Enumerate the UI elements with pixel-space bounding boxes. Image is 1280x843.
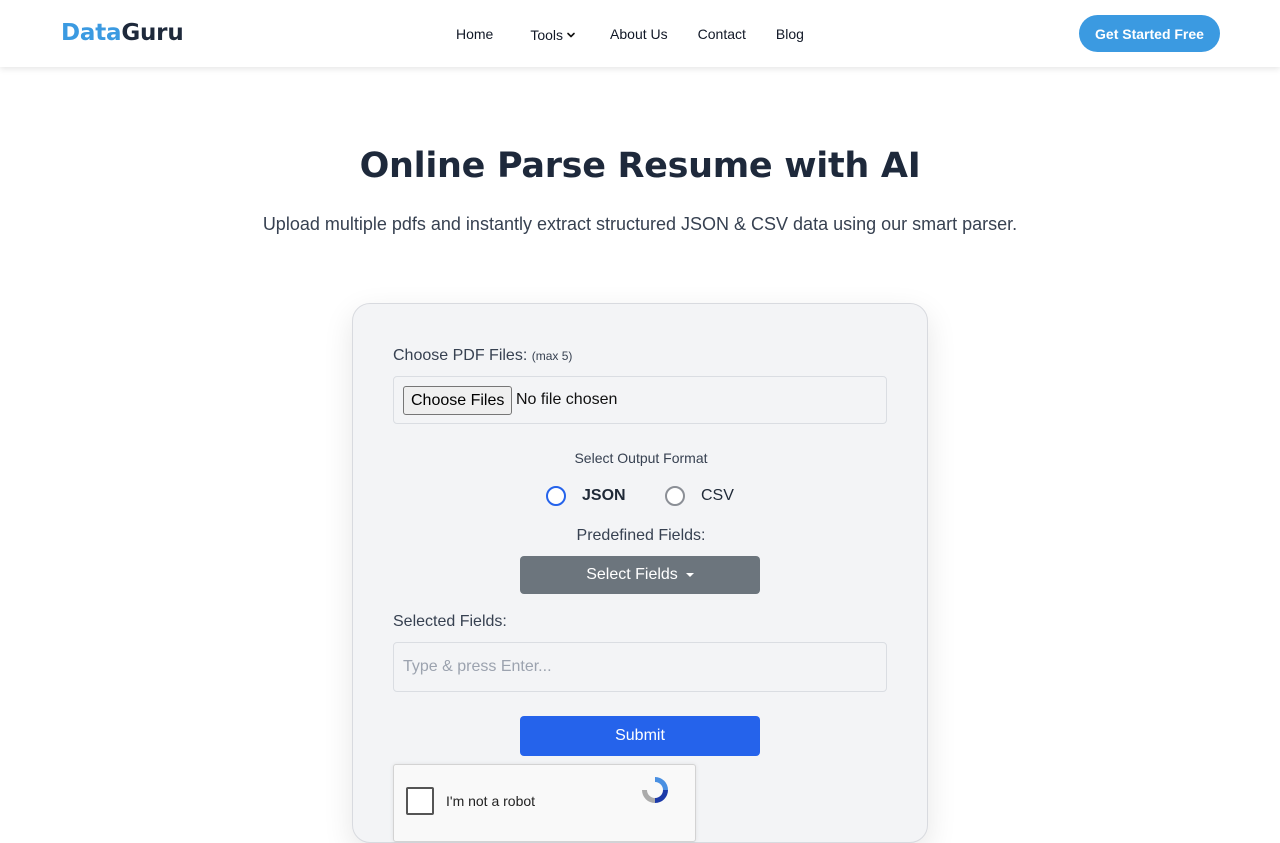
nav-blog-link[interactable]: Blog <box>776 26 804 42</box>
file-status-text: No file chosen <box>516 391 618 408</box>
output-format-title: Select Output Format <box>574 450 708 466</box>
select-fields-label: Select Fields <box>586 566 678 583</box>
selected-fields-input[interactable] <box>393 642 887 692</box>
brand-logo-part1: Data <box>61 20 122 46</box>
submit-button[interactable]: Submit <box>520 716 760 756</box>
file-label: Choose PDF Files: (max 5) <box>393 347 572 365</box>
choose-files-button[interactable]: Choose Files <box>403 386 513 415</box>
site-header: DataGuru Home Tools About Us Contact Blo… <box>0 0 1280 67</box>
json-radio[interactable] <box>546 486 566 506</box>
chevron-down-icon <box>567 32 575 38</box>
predefined-fields-label: Predefined Fields: <box>576 527 706 544</box>
json-radio-label[interactable]: JSON <box>582 487 626 505</box>
file-input[interactable]: Choose Files No file chosen <box>393 376 887 424</box>
nav-about-link[interactable]: About Us <box>610 26 668 42</box>
nav-tools-label: Tools <box>530 27 564 43</box>
nav-home-link[interactable]: Home <box>456 26 493 42</box>
nav-tools-dropdown[interactable]: Tools <box>530 27 576 43</box>
select-fields-button[interactable]: Select Fields <box>520 556 760 594</box>
brand-logo-part2: Guru <box>121 20 184 46</box>
recaptcha-icon <box>642 777 668 803</box>
nav-contact-link[interactable]: Contact <box>698 26 746 42</box>
csv-radio-label[interactable]: CSV <box>701 487 734 505</box>
brand-logo[interactable]: DataGuru <box>61 20 184 46</box>
main-nav: Home Tools About Us Contact Blog <box>456 25 804 43</box>
page-subtitle: Upload multiple pdfs and instantly extra… <box>262 214 1018 234</box>
csv-radio[interactable] <box>665 486 685 506</box>
recaptcha-checkbox[interactable] <box>406 787 434 815</box>
parser-form-card: Choose PDF Files: (max 5) Choose Files N… <box>352 303 928 843</box>
get-started-button[interactable]: Get Started Free <box>1079 15 1220 52</box>
selected-fields-label: Selected Fields: <box>393 613 507 630</box>
file-label-text: Choose PDF Files: <box>393 347 528 364</box>
page-title: Online Parse Resume with AI <box>359 146 921 186</box>
caret-down-icon <box>685 573 694 577</box>
file-limit-hint: (max 5) <box>531 349 573 363</box>
recaptcha-label: I'm not a robot <box>446 793 536 809</box>
recaptcha-widget: I'm not a robot <box>393 764 696 842</box>
